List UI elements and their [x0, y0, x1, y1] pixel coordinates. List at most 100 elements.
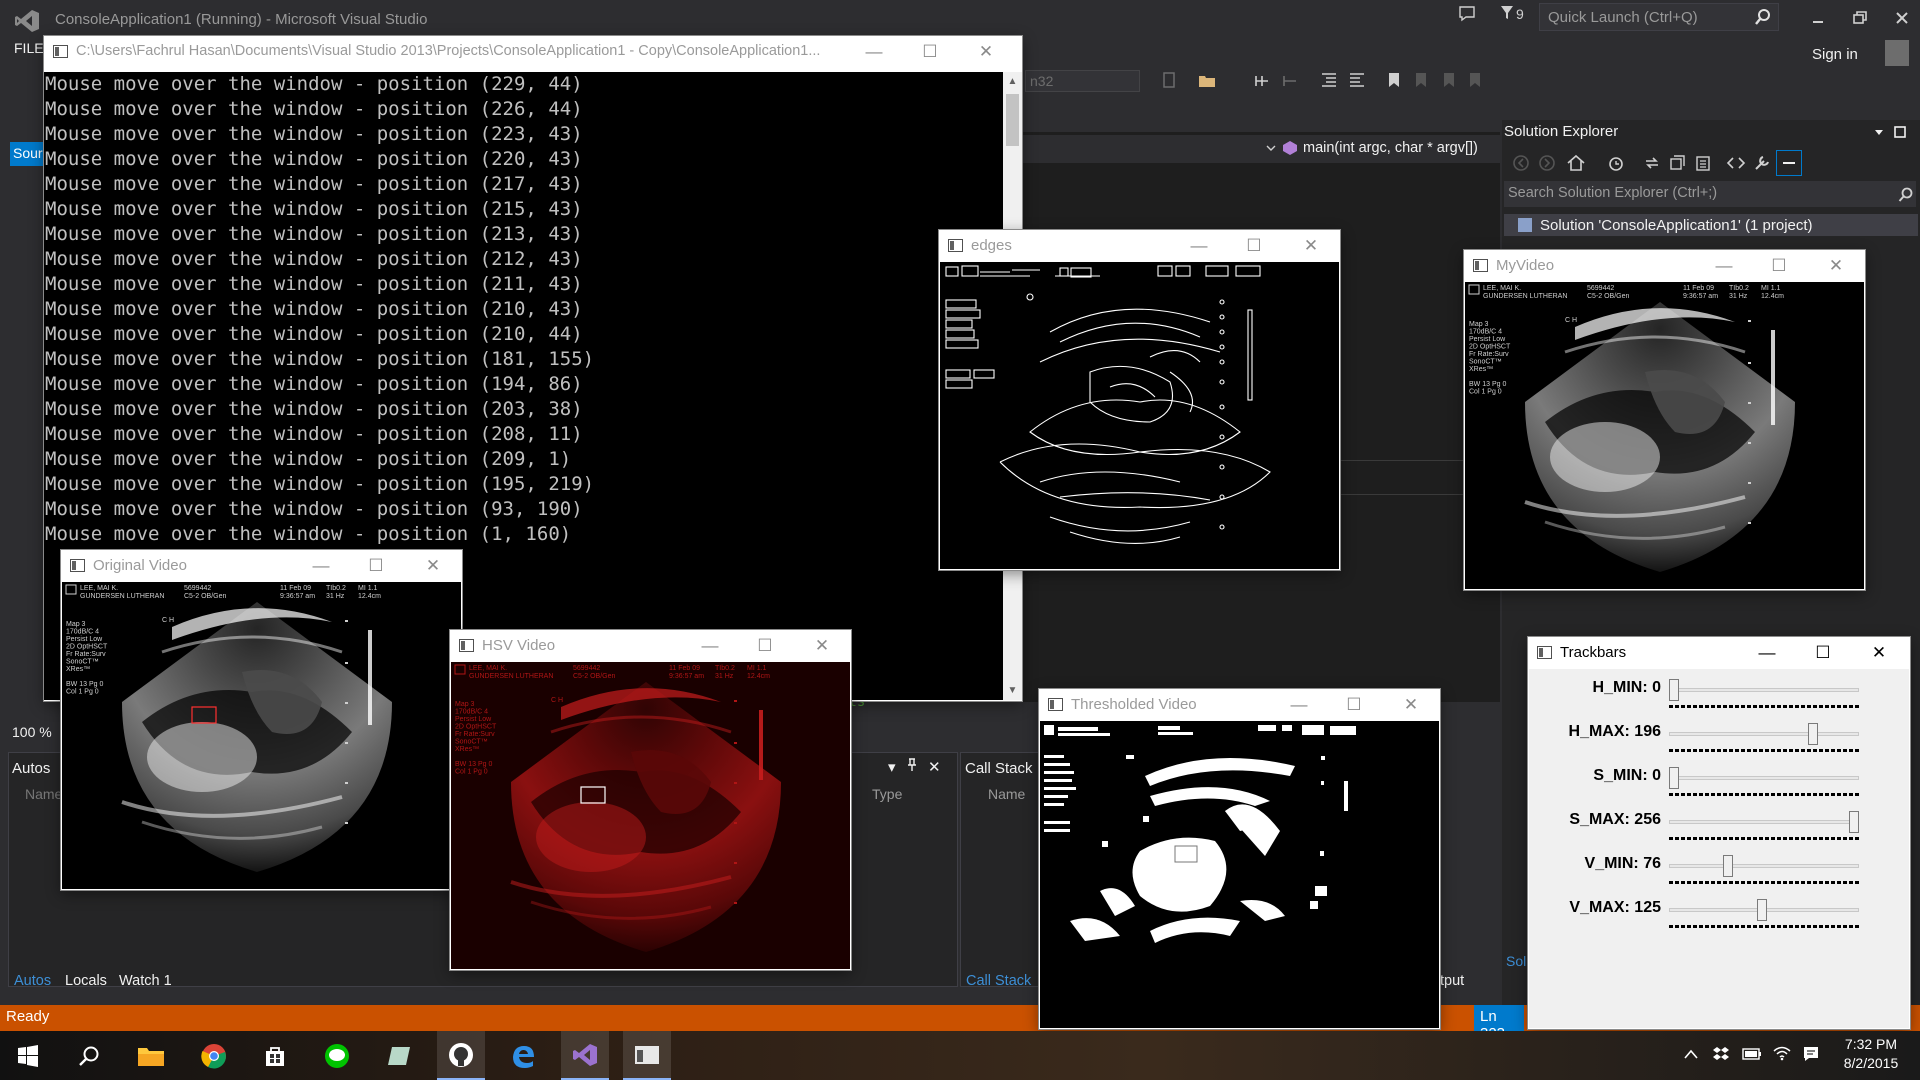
- pin-icon[interactable]: [906, 758, 918, 776]
- maximize-icon[interactable]: ☐: [1344, 695, 1364, 715]
- myvideo-titlebar[interactable]: MyVideo — ☐ ✕: [1464, 250, 1865, 282]
- back-icon[interactable]: [1512, 154, 1530, 172]
- thresholded-video-window[interactable]: Thresholded Video — ☐ ✕: [1039, 689, 1440, 1029]
- taskbar-store[interactable]: [251, 1031, 299, 1080]
- taskbar-file-explorer[interactable]: [127, 1031, 175, 1080]
- edges-titlebar[interactable]: edges — ☐ ✕: [939, 230, 1340, 262]
- minimize-icon[interactable]: —: [1289, 695, 1309, 715]
- chevron-up-icon[interactable]: ▲: [1007, 76, 1018, 87]
- taskbar-chrome[interactable]: [190, 1031, 238, 1080]
- close-icon[interactable]: ✕: [1301, 236, 1321, 256]
- bookmark-clear-icon[interactable]: [1466, 72, 1484, 88]
- close-icon[interactable]: ✕: [1826, 256, 1846, 276]
- platform-combo[interactable]: n32: [1025, 70, 1140, 92]
- toolbar-step-icon[interactable]: [1254, 72, 1272, 88]
- hsv-video-image[interactable]: LEE, MAI K. GUNDERSEN LUTHERAN 5699442 C…: [451, 662, 850, 969]
- trackbars-titlebar[interactable]: Trackbars — ☐ ✕: [1528, 637, 1910, 669]
- maximize-icon[interactable]: ☐: [920, 42, 940, 62]
- notification-icon[interactable]: [1458, 5, 1476, 29]
- trackbar-track[interactable]: [1669, 732, 1859, 736]
- trackbar-thumb[interactable]: [1807, 723, 1818, 745]
- trackbar-thumb[interactable]: [1757, 899, 1768, 921]
- function-nav[interactable]: main(int argc, char * argv[]): [1303, 140, 1478, 156]
- maximize-icon[interactable]: ☐: [1813, 643, 1833, 663]
- scroll-thumb[interactable]: [1006, 94, 1019, 146]
- thresholded-image[interactable]: [1040, 721, 1439, 1028]
- sign-in-link[interactable]: Sign in: [1812, 46, 1858, 63]
- tab-call-stack[interactable]: Call Stack: [966, 973, 1031, 989]
- minimize-icon[interactable]: —: [1714, 256, 1734, 276]
- tab-solution-explorer[interactable]: Sol: [1506, 953, 1526, 969]
- bookmark-prev-icon[interactable]: [1412, 72, 1430, 88]
- maximize-icon[interactable]: ☐: [755, 636, 775, 656]
- chevron-down-icon[interactable]: [1265, 141, 1277, 155]
- minimize-icon[interactable]: —: [1189, 236, 1209, 256]
- maximize-icon[interactable]: ☐: [366, 556, 386, 576]
- hsv-video-titlebar[interactable]: HSV Video — ☐ ✕: [450, 630, 851, 662]
- quick-launch-input[interactable]: Quick Launch (Ctrl+Q): [1539, 3, 1779, 31]
- close-icon[interactable]: ✕: [423, 556, 443, 576]
- console-titlebar[interactable]: C:\Users\Fachrul Hasan\Documents\Visual …: [44, 36, 1022, 68]
- properties-icon[interactable]: [1752, 153, 1772, 173]
- bookmark-next-icon[interactable]: [1440, 72, 1458, 88]
- tab-output[interactable]: tput: [1440, 973, 1464, 989]
- pin-toggle-button[interactable]: [1776, 150, 1802, 176]
- name-column-header[interactable]: Name: [25, 786, 62, 802]
- tab-locals[interactable]: Locals: [65, 973, 107, 989]
- toolbar-folder-icon[interactable]: [1198, 72, 1216, 88]
- bookmark-icon[interactable]: [1385, 72, 1403, 88]
- menu-file[interactable]: FILE: [14, 40, 44, 64]
- taskbar-app-green[interactable]: [375, 1031, 423, 1080]
- tab-watch-1[interactable]: Watch 1: [119, 973, 172, 989]
- dropbox-icon[interactable]: [1712, 1045, 1730, 1063]
- trackbar-track[interactable]: [1669, 864, 1859, 868]
- original-video-titlebar[interactable]: Original Video — ☐ ✕: [61, 550, 462, 582]
- forward-icon[interactable]: [1538, 154, 1556, 172]
- action-center-icon[interactable]: [1802, 1045, 1820, 1063]
- minimize-icon[interactable]: —: [311, 556, 331, 576]
- close-icon[interactable]: ✕: [812, 636, 832, 656]
- show-all-files-icon[interactable]: [1694, 153, 1714, 173]
- trackbar-thumb[interactable]: [1669, 767, 1679, 789]
- trackbars-window[interactable]: Trackbars — ☐ ✕ H_MIN: 0 H_MAX: 196 S_MIN:…: [1528, 637, 1910, 1029]
- avatar[interactable]: [1885, 40, 1909, 66]
- trackbar-track[interactable]: [1669, 688, 1859, 692]
- myvideo-window[interactable]: MyVideo — ☐ ✕ LEE, MAI K. GUNDERSEN LUTH…: [1464, 250, 1865, 590]
- start-button[interactable]: [4, 1031, 52, 1080]
- maximize-panel-icon[interactable]: [1893, 125, 1907, 139]
- hsv-video-window[interactable]: HSV Video — ☐ ✕ LEE, MAI K. GUNDERSEN LU…: [450, 630, 851, 970]
- sync-icon[interactable]: [1642, 153, 1662, 173]
- restore-icon[interactable]: [1850, 8, 1870, 28]
- battery-icon[interactable]: [1742, 1048, 1762, 1060]
- original-video-window[interactable]: Original Video — ☐ ✕ LEE, MAI K. GUNDERS…: [61, 550, 462, 890]
- trackbar-track[interactable]: [1669, 776, 1859, 780]
- minimize-icon[interactable]: [1808, 8, 1828, 28]
- toolbar-indent-icon[interactable]: [1320, 72, 1338, 88]
- minimize-icon[interactable]: —: [1757, 643, 1777, 663]
- edges-window[interactable]: edges — ☐ ✕: [939, 230, 1340, 570]
- edges-image[interactable]: [940, 262, 1339, 569]
- thresholded-video-titlebar[interactable]: Thresholded Video — ☐ ✕: [1039, 689, 1440, 721]
- view-code-icon[interactable]: [1726, 153, 1746, 173]
- toolbar-outdent-icon[interactable]: [1348, 72, 1366, 88]
- chevron-down-icon[interactable]: [1873, 127, 1885, 137]
- trackbar-thumb[interactable]: [1723, 855, 1733, 877]
- close-panel-icon[interactable]: ✕: [928, 758, 941, 776]
- wifi-icon[interactable]: [1773, 1045, 1791, 1061]
- solution-explorer-search[interactable]: Search Solution Explorer (Ctrl+;): [1504, 181, 1916, 207]
- source-tab[interactable]: Sour: [10, 142, 45, 166]
- trackbar-thumb[interactable]: [1669, 679, 1679, 701]
- trackbar-thumb[interactable]: [1849, 811, 1859, 833]
- taskbar-line[interactable]: [313, 1031, 361, 1080]
- collapse-all-icon[interactable]: [1668, 153, 1688, 173]
- toolbar-page-icon[interactable]: [1160, 72, 1178, 88]
- home-icon[interactable]: [1566, 153, 1586, 173]
- trackbar-track[interactable]: [1669, 820, 1859, 824]
- minimize-icon[interactable]: —: [700, 636, 720, 656]
- feedback-filter-icon[interactable]: [1500, 5, 1514, 29]
- solution-row[interactable]: Solution 'ConsoleApplication1' (1 projec…: [1504, 214, 1918, 236]
- search-button[interactable]: [65, 1031, 113, 1080]
- clock[interactable]: 7:32 PM 8/2/2015: [1826, 1035, 1916, 1073]
- history-icon[interactable]: [1606, 153, 1626, 173]
- original-video-image[interactable]: LEE, MAI K. GUNDERSEN LUTHERAN 5699442 C…: [62, 582, 461, 889]
